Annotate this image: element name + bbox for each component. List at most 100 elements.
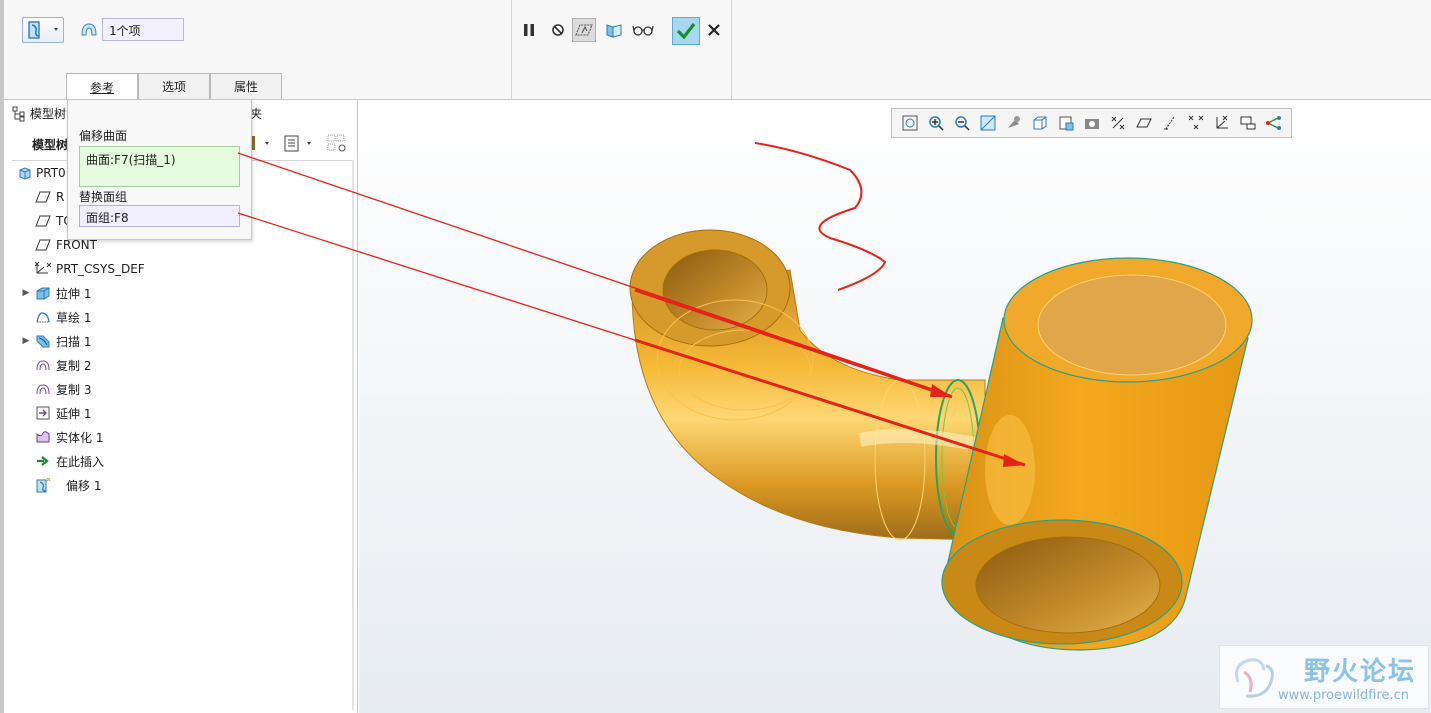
model-tree-label: 模型树 — [32, 138, 69, 152]
expand-arrow-icon[interactable]: ▶ — [22, 336, 30, 346]
zoom-in-button[interactable] — [923, 111, 949, 135]
feature-preview-icon — [575, 24, 593, 36]
tree-item-extrude[interactable]: ▶ 拉伸 1 — [12, 281, 352, 305]
tree-item-label: 在此插入 — [56, 454, 105, 469]
model-tree-icon — [12, 106, 25, 121]
refit-button[interactable] — [897, 111, 923, 135]
spin-center-button[interactable] — [1261, 111, 1287, 135]
tree-item-label: 延伸 1 — [56, 406, 92, 421]
no-preview-button[interactable] — [546, 18, 570, 42]
view-toolbar — [891, 108, 1292, 138]
saved-views-icon — [1033, 116, 1047, 130]
offset-surface-collector[interactable]: 曲面:F7(扫描_1) — [79, 146, 240, 187]
graphics-window[interactable] — [359, 100, 1431, 713]
cancel-x-icon — [708, 24, 720, 36]
tree-item-label: FRONT — [56, 238, 97, 252]
show-columns-icon — [284, 135, 311, 152]
view-manager-icon — [1059, 116, 1074, 131]
datum-display-button[interactable] — [1105, 111, 1131, 135]
tree-item-label: 草绘 1 — [56, 310, 92, 325]
tree-item-csys[interactable]: PRT_CSYS_DEF — [12, 257, 352, 281]
copy-surface-icon — [34, 356, 52, 374]
tree-item-extend[interactable]: 延伸 1 — [12, 401, 352, 425]
glasses-button[interactable] — [631, 18, 655, 42]
tree-item-sketch[interactable]: 草绘 1 — [12, 305, 352, 329]
navigator-header: 模型树 夹 — [12, 105, 262, 122]
saved-views-button[interactable] — [1027, 111, 1053, 135]
tree-item-copy-3[interactable]: 复制 3 — [12, 377, 352, 401]
sweep-icon — [34, 332, 52, 350]
view-manager-button[interactable] — [1053, 111, 1079, 135]
feature-preview-button[interactable] — [572, 18, 596, 42]
tree-settings-icon — [252, 136, 269, 150]
cancel-button[interactable] — [702, 18, 726, 42]
csys-icon — [34, 260, 52, 278]
tab-references[interactable]: 参考 — [66, 73, 138, 100]
tree-item-sweep[interactable]: ▶ 扫描 1 — [12, 329, 352, 353]
tab-properties[interactable]: 属性 — [210, 73, 282, 99]
app-window: 1个项 参考 选项 属性 模型树 夹 模型树 PRT0 R TO FRONT P… — [0, 0, 1431, 713]
insert-here-arrow-icon — [34, 452, 52, 470]
zoom-in-icon — [929, 116, 944, 131]
glasses-icon — [632, 25, 654, 36]
expand-arrow-icon[interactable]: ▶ — [22, 288, 30, 298]
datum-plane-icon — [34, 188, 52, 206]
pause-button[interactable] — [517, 18, 541, 42]
tab-options[interactable]: 选项 — [138, 73, 210, 99]
tree-item-label: 复制 2 — [56, 358, 92, 373]
verify-button[interactable] — [602, 18, 626, 42]
watermark-url: www.proewildfire.cn — [1278, 688, 1409, 703]
ok-button[interactable] — [672, 17, 700, 45]
tree-item-label: 复制 3 — [56, 382, 92, 397]
solidify-icon — [34, 428, 52, 446]
annotation-display-button[interactable] — [1235, 111, 1261, 135]
tree-item-offset[interactable]: 偏移 1 — [12, 473, 352, 497]
point-display-button[interactable] — [1183, 111, 1209, 135]
tree-filter-button[interactable] — [326, 133, 350, 155]
copy-surface-icon — [34, 380, 52, 398]
offset-type-dropdown[interactable] — [22, 17, 64, 43]
tree-item-label: R — [56, 190, 65, 204]
ribbon-separator — [511, 0, 512, 99]
datum-plane-icon — [34, 236, 52, 254]
tree-item-solidify[interactable]: 实体化 1 — [12, 425, 352, 449]
extrude-icon — [34, 284, 52, 302]
csys-display-icon — [1216, 115, 1228, 129]
ok-check-icon — [676, 23, 696, 40]
selection-surface-icon — [79, 20, 99, 40]
replace-quilt-collector[interactable]: 面组:F8 — [79, 205, 240, 227]
perspective-icon — [1085, 119, 1099, 129]
repaint-icon — [980, 115, 996, 131]
dashboard-tabs: 参考 选项 属性 — [66, 73, 282, 100]
tree-settings-button[interactable] — [250, 133, 274, 155]
tree-scrollbar[interactable] — [352, 160, 354, 710]
pause-icon — [524, 24, 534, 36]
no-preview-icon — [552, 24, 564, 36]
plane-display-button[interactable] — [1131, 111, 1157, 135]
ribbon-edge — [0, 0, 4, 100]
replace-offset-icon — [28, 21, 58, 39]
selection-collector[interactable]: 1个项 — [102, 18, 184, 41]
axis-display-button[interactable] — [1157, 111, 1183, 135]
forum-logo-icon — [1235, 658, 1274, 698]
dashboard-ribbon: 1个项 参考 选项 属性 — [0, 0, 1431, 100]
csys-display-button[interactable] — [1209, 111, 1235, 135]
tree-item-insert-here[interactable]: 在此插入 — [12, 449, 352, 473]
part-icon — [16, 164, 34, 182]
zoom-out-button[interactable] — [949, 111, 975, 135]
tree-item-label: 实体化 1 — [56, 430, 104, 445]
navigator-title: 模型树 — [30, 107, 67, 121]
tree-item-copy-2[interactable]: 复制 2 — [12, 353, 352, 377]
replace-quilt-label: 替换面组 — [79, 190, 128, 204]
panel-edge — [0, 100, 4, 713]
forum-watermark: 野火论坛 www.proewildfire.cn — [1219, 645, 1429, 709]
display-style-button[interactable] — [1001, 111, 1027, 135]
datum-display-icon — [1111, 116, 1125, 130]
display-style-icon — [1008, 116, 1020, 128]
repaint-button[interactable] — [975, 111, 1001, 135]
tree-item-label: 拉伸 1 — [56, 286, 92, 301]
verify-icon — [606, 24, 622, 38]
tree-columns-button[interactable] — [282, 133, 318, 155]
plane-display-icon — [1136, 118, 1152, 128]
perspective-button[interactable] — [1079, 111, 1105, 135]
